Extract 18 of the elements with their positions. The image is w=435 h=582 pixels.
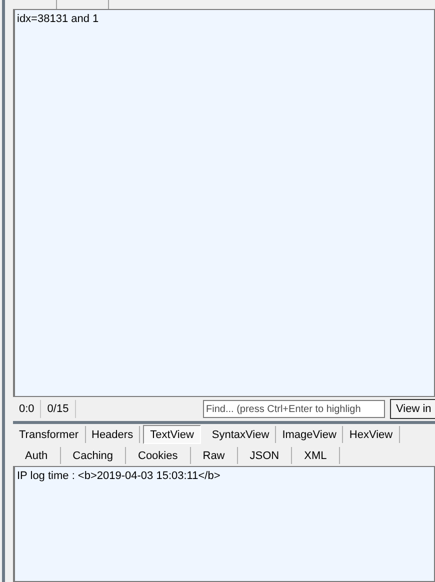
view-in-button[interactable]: View in [390,399,435,419]
tab[interactable]: ImageView [276,426,344,443]
tab[interactable]: Headers [86,426,140,443]
tab[interactable]: Auth [13,447,61,464]
tab[interactable]: XML [292,447,340,464]
line-count: 0/15 [41,400,76,418]
tab[interactable]: TextView [143,425,201,444]
tab[interactable]: Raw [190,447,238,464]
find-field[interactable]: Find... (press Ctrl+Enter to highligh [203,400,385,418]
tab[interactable]: HexView [343,426,400,443]
request-text-area[interactable]: idx=38131 and 1 [13,9,435,397]
tab[interactable]: Caching [60,447,126,464]
tab[interactable]: Cookies [126,447,191,464]
response-text-area[interactable]: IP log time : <b>2019-04-03 15:03:11</b> [13,466,435,582]
cursor-position: 0:0 [13,400,42,418]
tab[interactable]: SyntaxView [206,426,276,443]
tab[interactable]: Transformer [13,426,86,443]
tab[interactable]: JSON [238,447,292,464]
